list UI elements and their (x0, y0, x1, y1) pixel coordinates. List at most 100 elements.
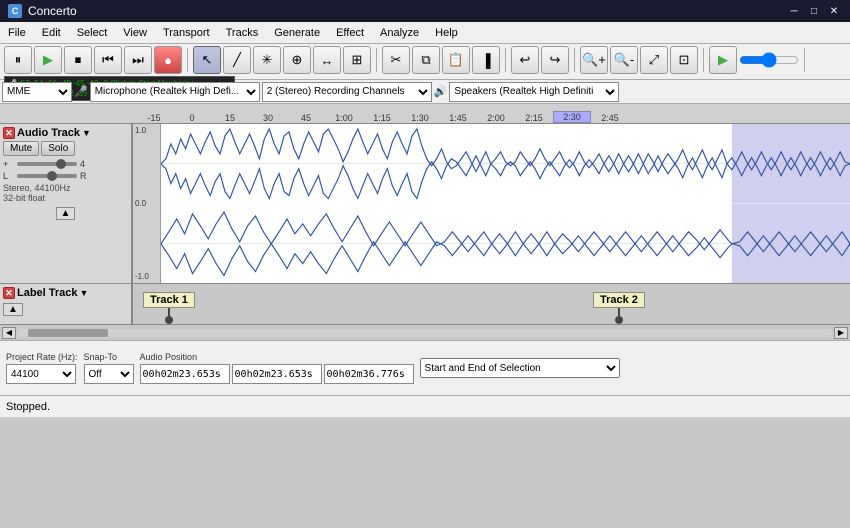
menu-file[interactable]: File (0, 22, 34, 43)
copy-button[interactable]: ⧉ (412, 46, 440, 74)
speed-slider[interactable] (739, 52, 799, 68)
menu-tracks[interactable]: Tracks (218, 22, 267, 43)
stop-button[interactable]: ⏹ (64, 46, 92, 74)
waveform-inner-bottom (161, 204, 850, 284)
track-collapse-button[interactable]: ▲ (56, 207, 76, 220)
pan-slider-thumb[interactable] (47, 171, 57, 181)
menu-help[interactable]: Help (427, 22, 466, 43)
menu-view[interactable]: View (115, 22, 155, 43)
ruler-mark-current: 2:30 (553, 111, 591, 123)
titlebar: C Concerto ─ □ ✕ (0, 0, 850, 22)
gain-control: + 4 L R (3, 159, 128, 181)
zoom-in-button[interactable]: 🔍+ (580, 46, 608, 74)
separator6 (804, 48, 805, 72)
label-track2-marker (615, 316, 623, 324)
ruler-mark: 30 (249, 113, 287, 123)
scroll-right-button[interactable]: ▶ (834, 327, 848, 339)
record-button[interactable]: ● (154, 46, 182, 74)
undo-button[interactable]: ↩ (511, 46, 539, 74)
close-button[interactable]: ✕ (826, 3, 842, 19)
menu-analyze[interactable]: Analyze (372, 22, 427, 43)
project-rate-label: Project Rate (Hz): (6, 352, 78, 362)
pause-button[interactable]: ⏸ (4, 46, 32, 74)
start-time-input[interactable] (140, 364, 230, 384)
audio-track-waveform[interactable]: 1.0 0.0 -1.0 (133, 124, 850, 283)
y-1.0-bot: -1.0 (135, 272, 158, 281)
ruler-mark: 1:15 (363, 113, 401, 123)
label-track-dropdown[interactable]: ▼ (80, 288, 89, 298)
skip-start-button[interactable]: ⏮ (94, 46, 122, 74)
label-track-name: Label Track (17, 287, 78, 299)
gain-slider-thumb[interactable] (56, 159, 66, 169)
fit-button[interactable]: ⤢ (640, 46, 668, 74)
selection-mode-select[interactable]: Start and End of Selection (420, 358, 620, 378)
cut-button[interactable]: ✂ (382, 46, 410, 74)
mute-button[interactable]: Mute (3, 141, 39, 156)
menu-select[interactable]: Select (69, 22, 116, 43)
snap-to-select[interactable]: Off (84, 364, 134, 384)
maximize-button[interactable]: □ (806, 3, 822, 19)
solo-button[interactable]: Solo (41, 141, 75, 156)
app-icon: C (8, 4, 22, 18)
menubar: File Edit Select View Transport Tracks G… (0, 22, 850, 44)
separator (187, 48, 188, 72)
ruler-mark: 2:15 (515, 113, 553, 123)
skip-end-button[interactable]: ⏭ (124, 46, 152, 74)
gain-slider-track (17, 162, 77, 166)
label-track-close-button[interactable]: ✕ (3, 287, 15, 299)
separator2 (376, 48, 377, 72)
speaker-select[interactable]: Speakers (Realtek High Definiti (449, 82, 619, 102)
y-1.0-top: 1.0 (135, 126, 158, 135)
menu-effect[interactable]: Effect (328, 22, 372, 43)
y-0.0-mid: 0.0 (135, 199, 158, 208)
label-track-expand-button[interactable]: ▲ (3, 303, 23, 316)
paste-button[interactable]: 📋 (442, 46, 470, 74)
app-title: Concerto (28, 4, 786, 18)
zoom-tool-button[interactable]: ⊕ (283, 46, 311, 74)
ruler-mark: 2:00 (477, 113, 515, 123)
snap-to-label: Snap-To (84, 352, 134, 362)
label-track1-marker (165, 316, 173, 324)
menu-edit[interactable]: Edit (34, 22, 69, 43)
ruler-mark: 1:00 (325, 113, 363, 123)
duration-time-input[interactable] (324, 364, 414, 384)
play-button[interactable]: ▶ (34, 46, 62, 74)
menu-generate[interactable]: Generate (266, 22, 328, 43)
zoom-out-button[interactable]: 🔍- (610, 46, 638, 74)
driver-select[interactable]: MME (2, 82, 72, 102)
mic-icon: 🎤 (74, 85, 88, 98)
scroll-left-button[interactable]: ◀ (2, 327, 16, 339)
end-time-input[interactable] (232, 364, 322, 384)
label-track2[interactable]: Track 2 (593, 292, 645, 308)
speed-control (739, 52, 799, 68)
select-tool-button[interactable]: ↖ (193, 46, 221, 74)
timeshift-tool-button[interactable]: ↔ (313, 46, 341, 74)
trim-button[interactable]: ▐ (472, 46, 500, 74)
label-track1[interactable]: Track 1 (143, 292, 195, 308)
audio-position-label: Audio Position (140, 352, 414, 362)
project-rate-select[interactable]: 44100 (6, 364, 76, 384)
label-track2-stem (618, 308, 620, 316)
snap-to-group: Snap-To Off (84, 352, 134, 384)
track-close-button[interactable]: ✕ (3, 127, 15, 139)
play-at-speed-button[interactable]: ▶ (709, 46, 737, 74)
scrollbar-thumb[interactable] (28, 329, 108, 337)
track-dropdown-arrow[interactable]: ▼ (82, 128, 91, 138)
minimize-button[interactable]: ─ (786, 3, 802, 19)
microphone-select[interactable]: Microphone (Realtek High Defi... (90, 82, 260, 102)
zoom-sel-button[interactable]: ⊡ (670, 46, 698, 74)
track-close-row: ✕ Audio Track ▼ (3, 127, 128, 139)
horizontal-scrollbar: ◀ ▶ (0, 324, 850, 340)
redo-button[interactable]: ↪ (541, 46, 569, 74)
channels-select[interactable]: 2 (Stereo) Recording Channels (262, 82, 432, 102)
scrollbar-track[interactable] (18, 329, 832, 337)
audio-track-name: Audio Track (17, 127, 80, 139)
menu-transport[interactable]: Transport (155, 22, 218, 43)
multi-tool-button[interactable]: ⊞ (343, 46, 371, 74)
label-track-content: Track 1 Track 2 (133, 284, 850, 324)
draw-tool-button[interactable]: ✳ (253, 46, 281, 74)
envelope-tool-button[interactable]: ╱ (223, 46, 251, 74)
waveform-svg-top (161, 124, 850, 204)
ruler-mark: 1:45 (439, 113, 477, 123)
audio-track-panel: ✕ Audio Track ▼ Mute Solo + 4 L (0, 124, 133, 283)
